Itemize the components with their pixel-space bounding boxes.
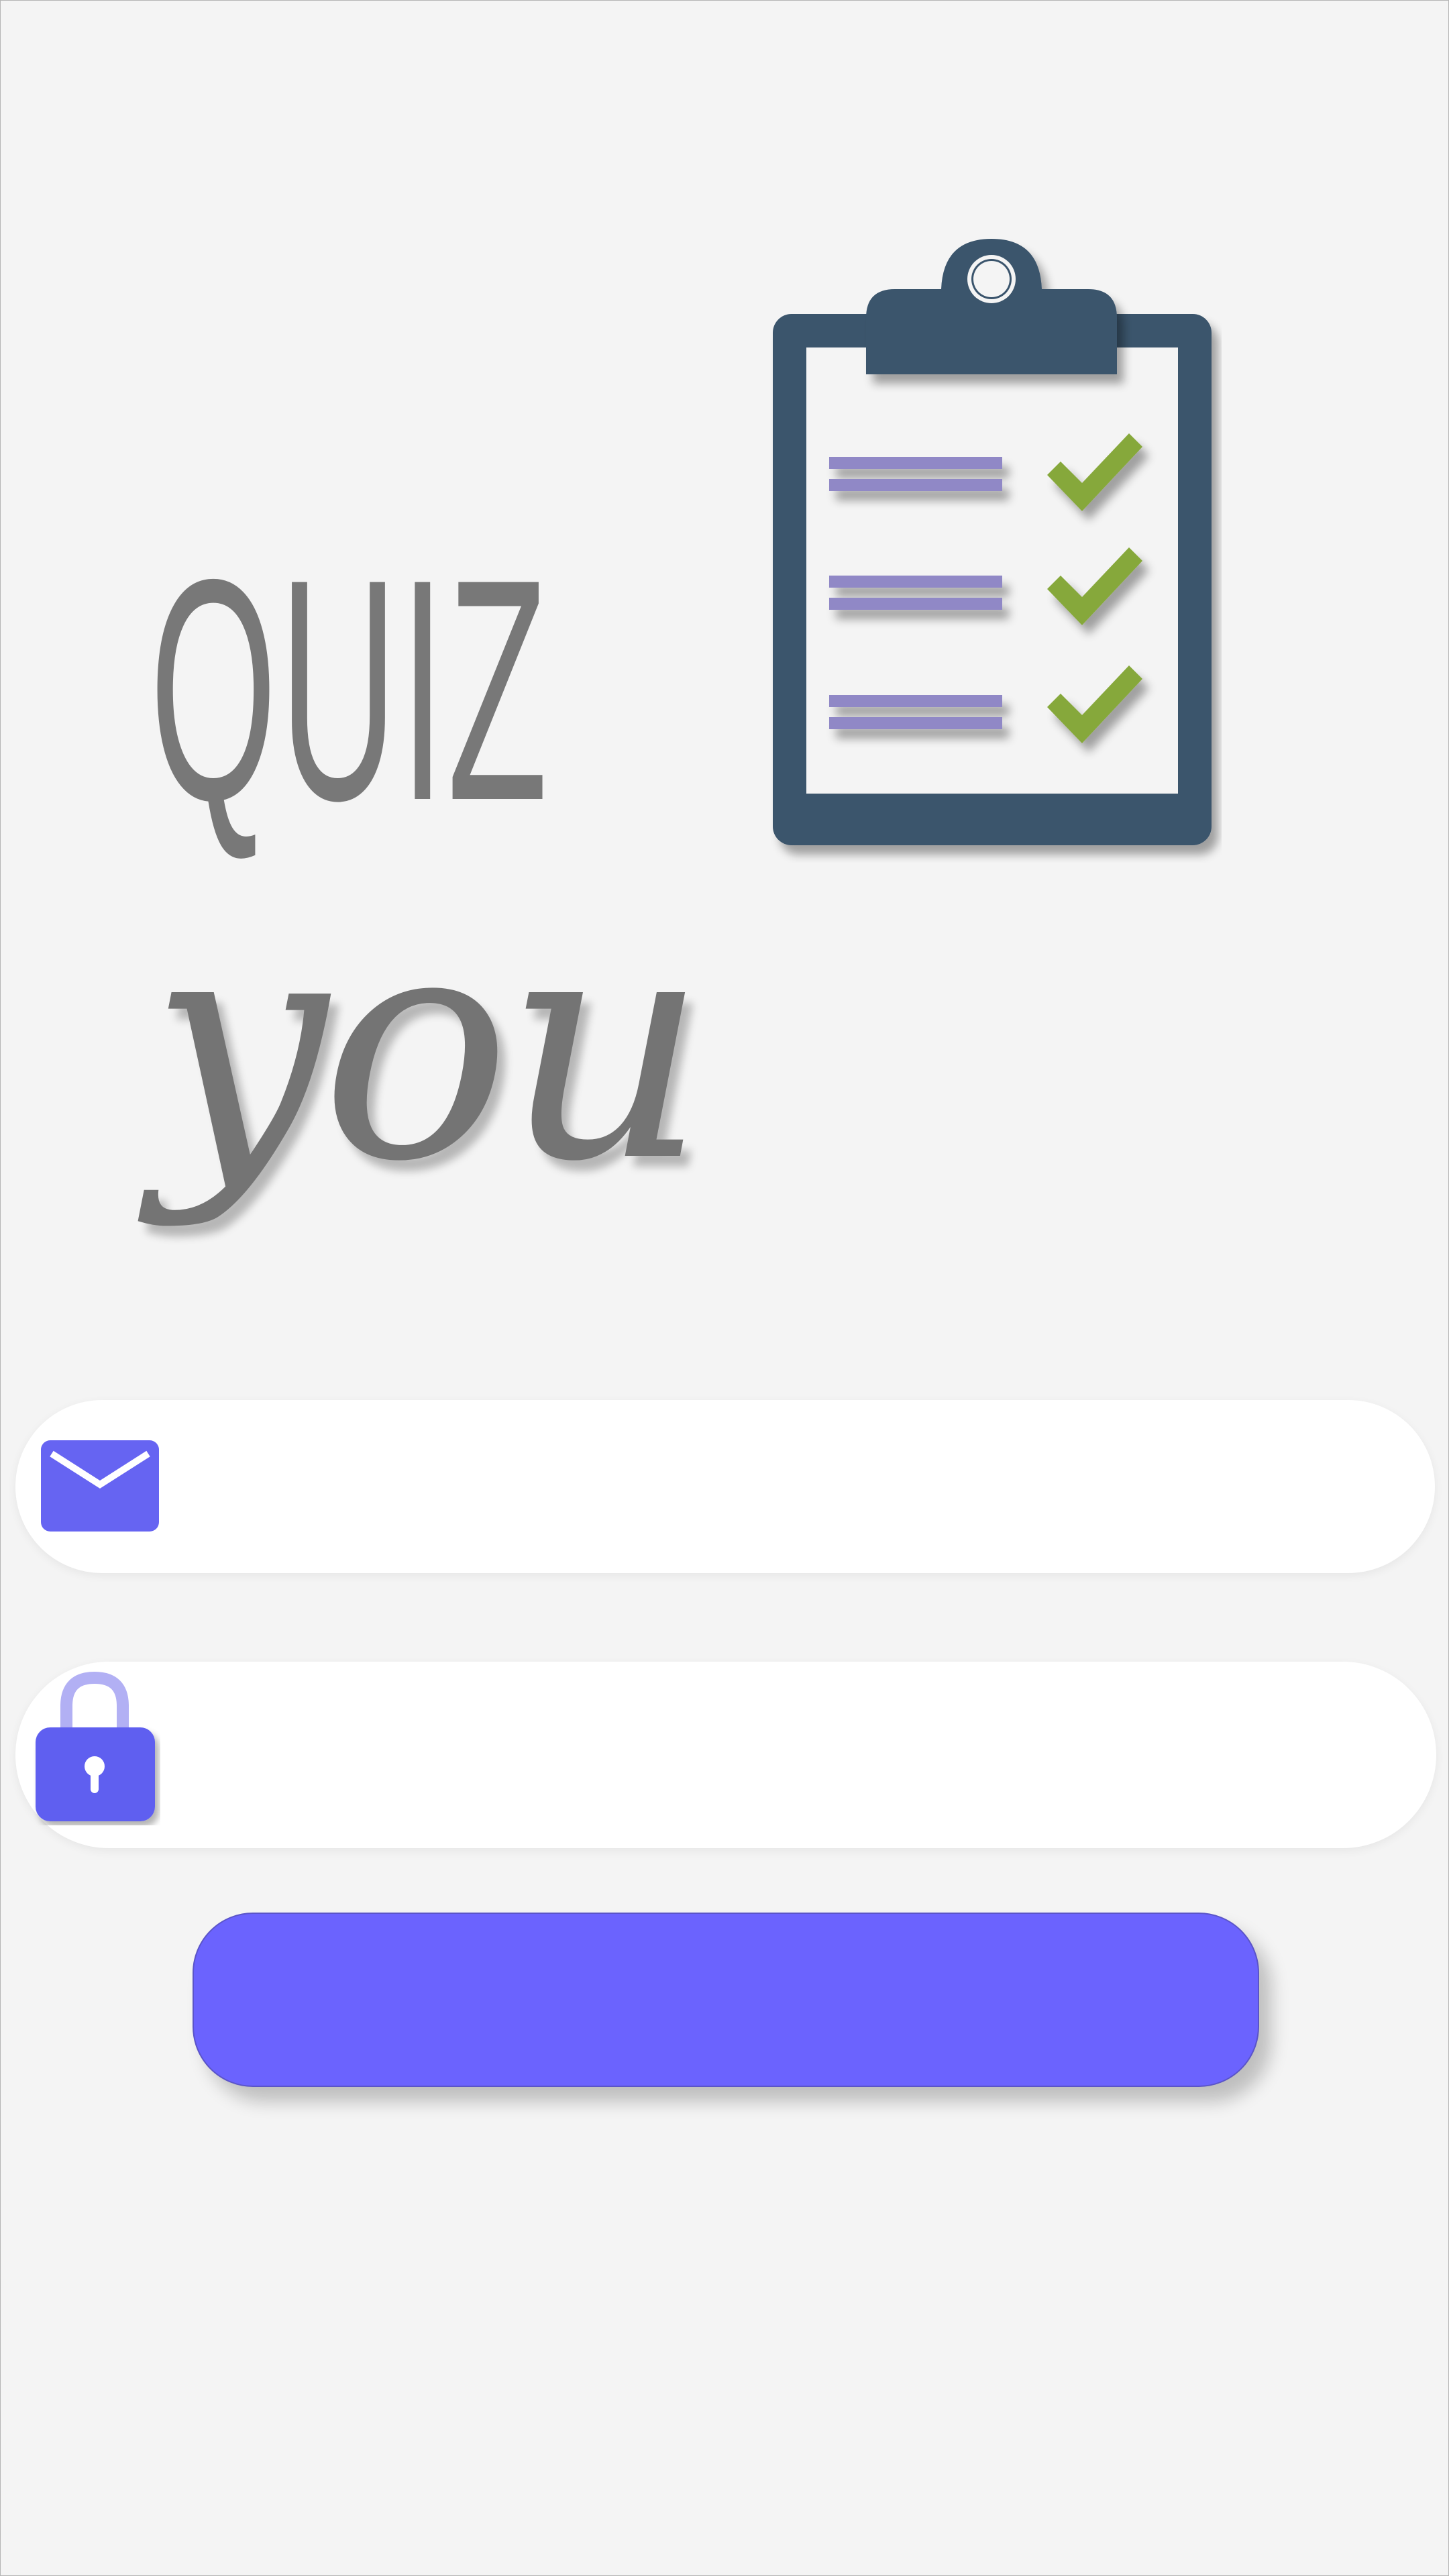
email-field — [15, 1400, 1435, 1574]
password-input[interactable] — [217, 1662, 1326, 1849]
quiz-login-screen: QUIZ you — [0, 0, 1449, 2576]
email-input[interactable] — [217, 1400, 1326, 1574]
app-title-quiz: QUIZ — [150, 514, 550, 866]
padlock-icon — [36, 1671, 155, 1821]
login-button[interactable] — [193, 1913, 1259, 2087]
clipboard-checklist-icon — [773, 239, 1212, 845]
password-field — [15, 1662, 1436, 1849]
envelope-icon — [41, 1440, 159, 1532]
app-title-you: you — [150, 863, 707, 1230]
